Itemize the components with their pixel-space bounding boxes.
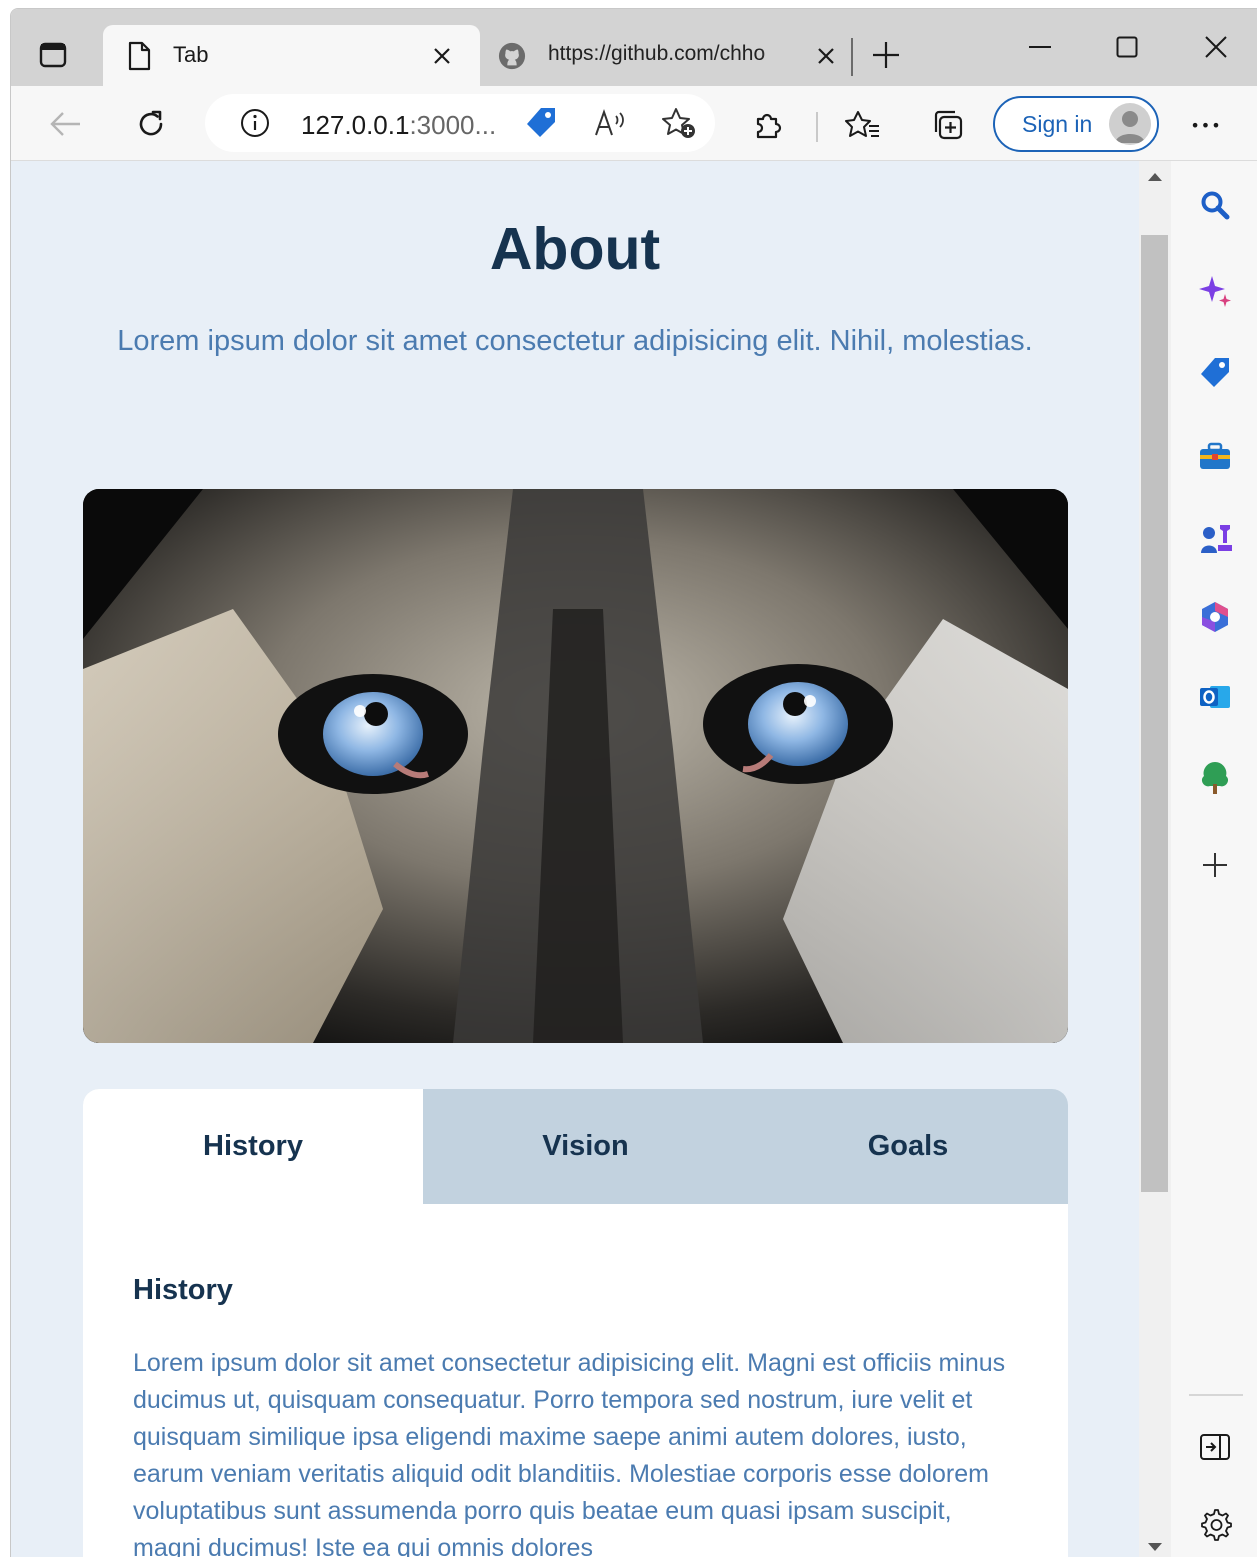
plus-icon	[873, 42, 899, 68]
gear-icon	[1201, 1509, 1232, 1541]
hide-sidebar-button[interactable]	[1195, 1427, 1235, 1467]
page-subtitle: Lorem ipsum dolor sit amet consectetur a…	[117, 325, 1033, 357]
maximize-icon	[1116, 36, 1138, 58]
collections-button[interactable]	[926, 103, 970, 147]
sidebar-m365-button[interactable]	[1195, 597, 1235, 637]
puzzle-icon	[756, 113, 782, 139]
sidebar-shopping-button[interactable]	[1195, 353, 1235, 393]
github-icon	[498, 42, 526, 70]
browser-toolbar: 127.0.0.1:3000... Sign in •••	[11, 86, 1257, 161]
tab-title: https://github.com/chho	[548, 42, 766, 65]
sidebar-divider	[1189, 1394, 1243, 1396]
hero-image	[83, 489, 1068, 1043]
extensions-button[interactable]	[746, 103, 790, 147]
page-icon	[128, 41, 151, 71]
microsoft-365-icon	[1202, 602, 1228, 632]
tools-icon	[1200, 442, 1230, 469]
panel-heading: History	[133, 1274, 233, 1306]
minimize-icon	[1029, 46, 1051, 48]
browser-tab-github[interactable]: https://github.com/chho	[486, 25, 856, 86]
add-favorite-button[interactable]	[657, 101, 701, 145]
sidebar-tools-button[interactable]	[1195, 436, 1235, 476]
close-tab-button[interactable]	[425, 39, 459, 73]
refresh-icon	[139, 110, 163, 136]
sidebar-search-button[interactable]	[1195, 185, 1235, 225]
page-title: About	[489, 216, 661, 282]
url-text[interactable]: 127.0.0.1:3000...	[301, 110, 496, 141]
favorites-button[interactable]	[841, 103, 885, 147]
hide-sidebar-icon	[1200, 1434, 1230, 1460]
page-viewport: About Lorem ipsum dolor sit amet consect…	[11, 161, 1171, 1557]
shopping-tag-icon	[1201, 358, 1229, 387]
url-host: 127.0.0.1	[301, 110, 410, 140]
sidebar-tree-button[interactable]	[1195, 758, 1235, 798]
tab-history[interactable]: History	[83, 1089, 423, 1204]
minimize-button[interactable]	[1010, 25, 1070, 69]
close-icon	[818, 48, 834, 64]
browser-tab-active[interactable]: Tab	[103, 25, 480, 86]
maximize-button[interactable]	[1097, 25, 1157, 69]
edge-sidebar	[1171, 161, 1257, 1557]
tab-strip: Tab https://github.com/chho	[11, 9, 1257, 86]
url-rest: :3000...	[409, 110, 497, 140]
settings-and-more-button[interactable]: •••	[1184, 103, 1228, 147]
panel-text: Lorem ipsum dolor sit amet consectetur a…	[133, 1349, 1006, 1557]
sidebar-copilot-button[interactable]	[1195, 271, 1235, 311]
back-button[interactable]	[44, 102, 88, 146]
info-icon	[241, 109, 269, 137]
browser-window: Tab https://github.com/chho 127.0.0.1:30…	[10, 8, 1257, 1557]
sign-in-label: Sign in	[1022, 111, 1093, 137]
sidebar-settings-button[interactable]	[1195, 1504, 1235, 1544]
toolbar-divider	[816, 112, 818, 142]
avatar	[1109, 103, 1151, 145]
collections-icon	[934, 110, 963, 140]
site-info-button[interactable]	[233, 101, 277, 145]
profile-icon	[1115, 111, 1145, 143]
add-icon	[1203, 853, 1227, 877]
address-bar[interactable]: 127.0.0.1:3000...	[205, 94, 715, 152]
tab-actions-icon	[39, 42, 67, 68]
shopping-tag-icon	[527, 108, 555, 137]
star-add-icon	[662, 108, 695, 138]
games-icon	[1201, 525, 1232, 553]
back-arrow-icon	[50, 112, 80, 136]
scroll-down-arrow-icon[interactable]	[1148, 1543, 1162, 1551]
tabbed-panel: History Vision Goals History Lorem ipsum…	[83, 1089, 1068, 1557]
shopping-button[interactable]	[519, 101, 563, 145]
search-icon	[1201, 191, 1230, 220]
panel-tab-list: History Vision Goals	[83, 1089, 1068, 1204]
tab-title: Tab	[173, 42, 209, 67]
husky-eyes-illustration	[83, 489, 1068, 1043]
close-icon	[434, 48, 450, 64]
close-window-button[interactable]	[1186, 25, 1246, 69]
read-aloud-button[interactable]	[589, 101, 633, 145]
copilot-icon	[1199, 276, 1231, 307]
tree-icon	[1201, 762, 1229, 794]
scroll-thumb[interactable]	[1141, 235, 1168, 1192]
sign-in-button[interactable]: Sign in	[993, 96, 1159, 152]
new-tab-button[interactable]	[866, 35, 906, 75]
page-scrollbar[interactable]	[1139, 161, 1171, 1557]
sidebar-outlook-button[interactable]	[1195, 677, 1235, 717]
favorites-icon	[845, 111, 879, 137]
tab-vision[interactable]: Vision	[423, 1089, 748, 1204]
read-aloud-icon	[595, 108, 624, 136]
outlook-icon	[1200, 686, 1230, 708]
sidebar-games-button[interactable]	[1195, 518, 1235, 558]
refresh-button[interactable]	[129, 102, 173, 146]
close-tab-button[interactable]	[809, 39, 843, 73]
sidebar-add-button[interactable]	[1195, 845, 1235, 885]
tab-separator	[851, 38, 853, 76]
close-icon	[1205, 36, 1227, 58]
scroll-up-arrow-icon[interactable]	[1148, 173, 1162, 181]
tab-actions-button[interactable]	[33, 35, 73, 75]
tab-goals[interactable]: Goals	[748, 1089, 1068, 1204]
